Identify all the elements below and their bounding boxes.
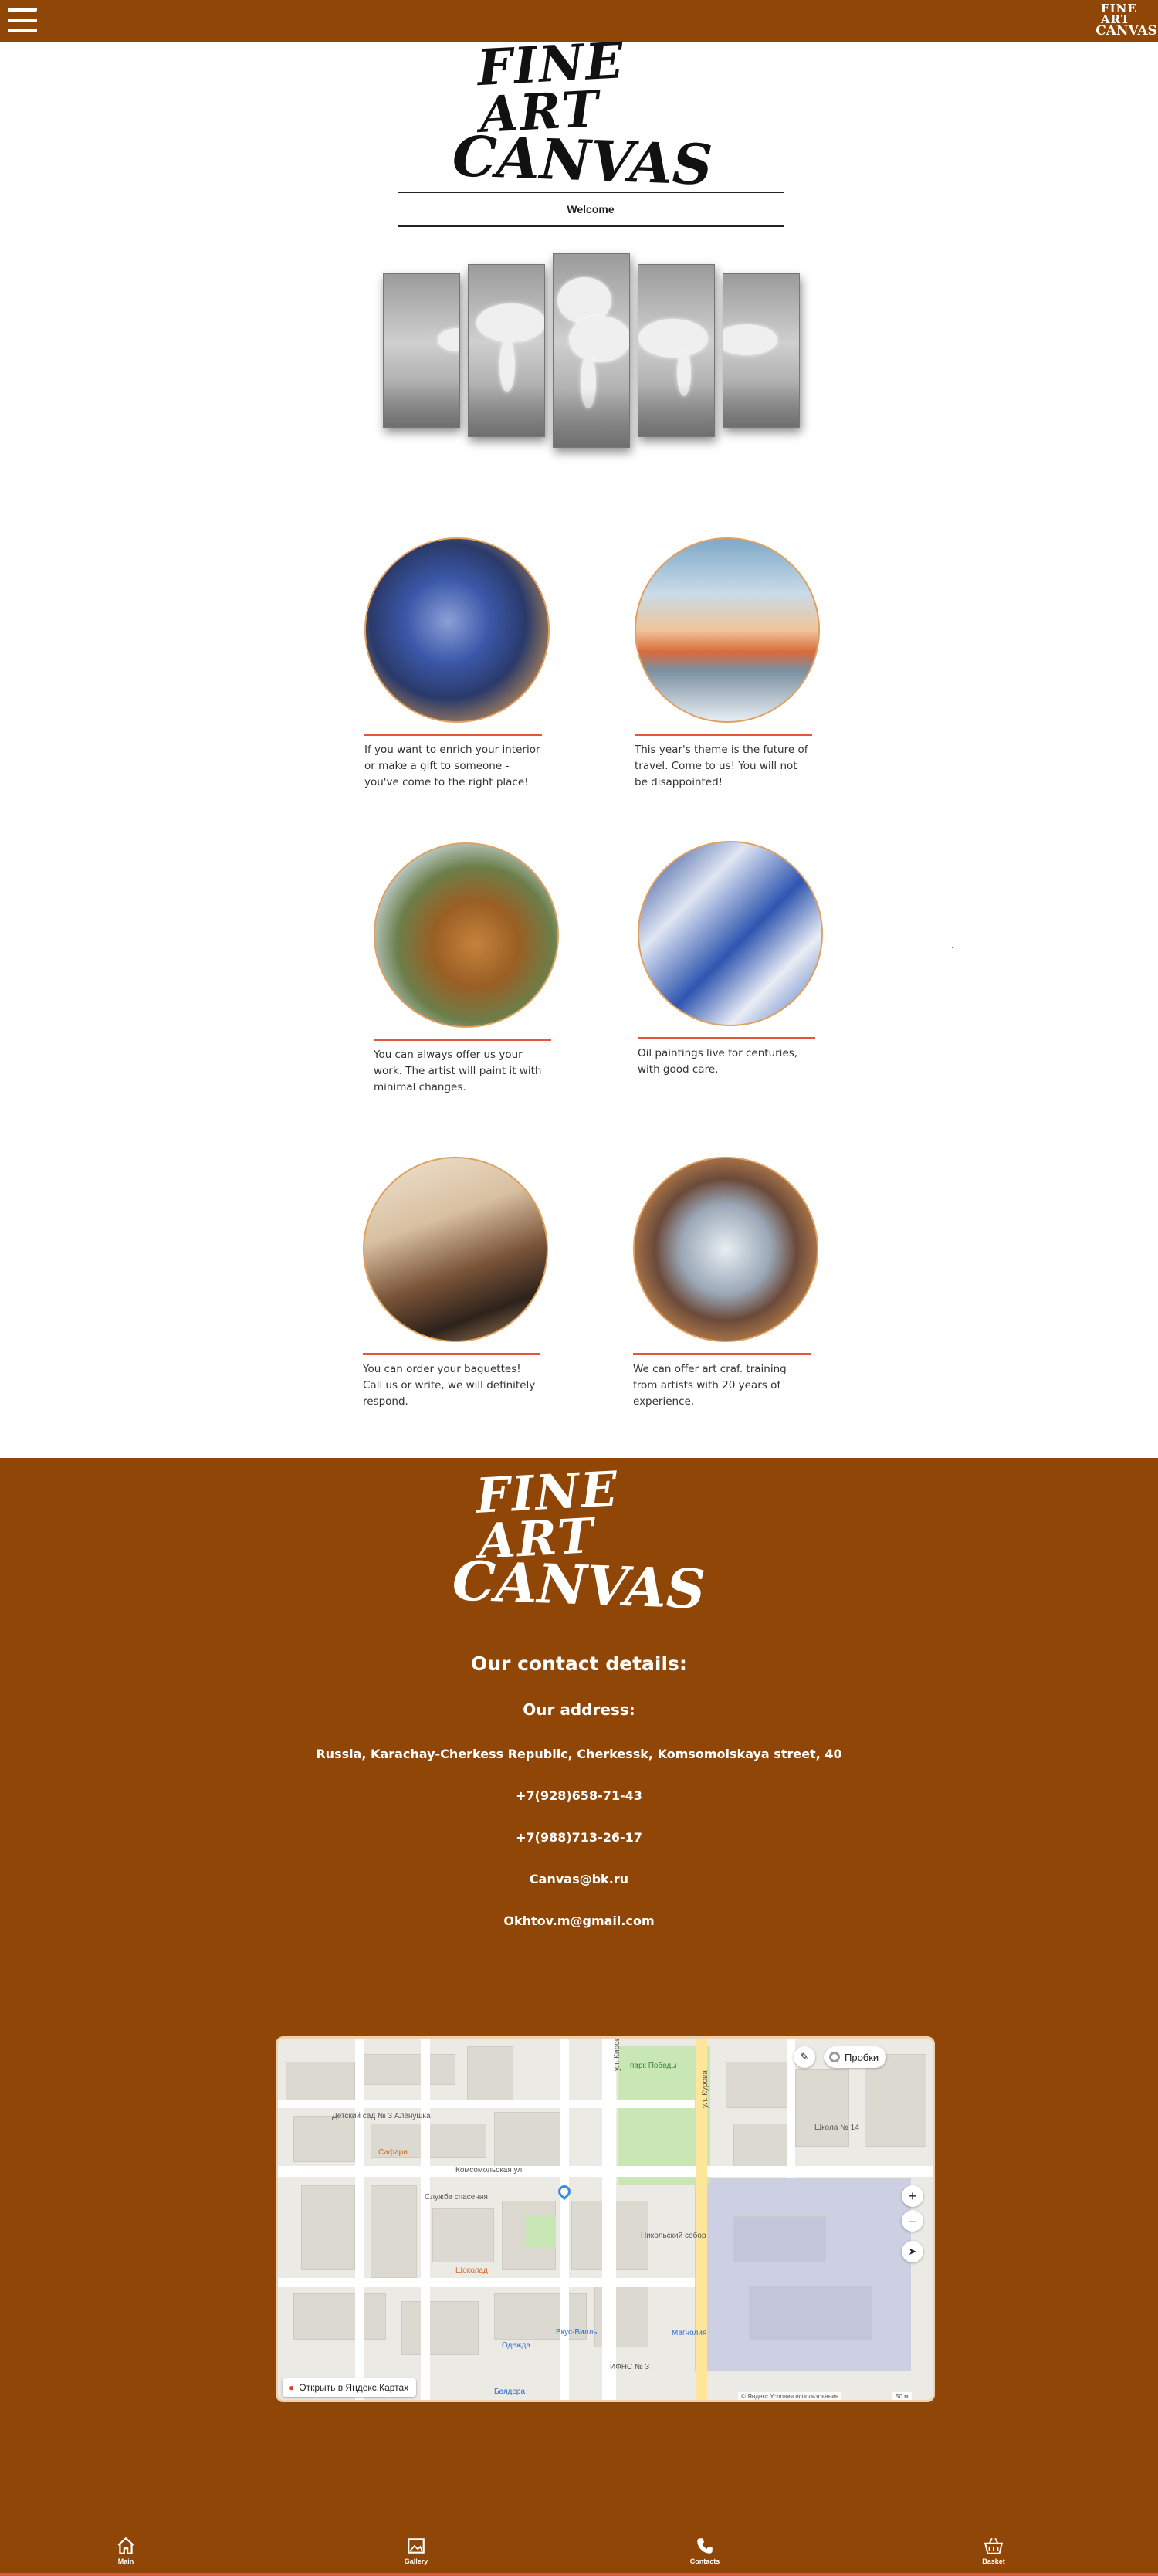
map-label: Вкус-Вилль [556,2328,598,2337]
feature-image-winter [635,537,820,723]
zoom-out-icon[interactable]: – [902,2210,923,2232]
map-copyright[interactable]: © Яндекс Условия использования [738,2392,842,2400]
nav-contacts[interactable]: Contacts [670,2536,740,2571]
map-label: ул. Кирова [613,2036,621,2071]
page: FINE ART CANVAS FINE ART CANVAS Welcome [0,0,1158,2576]
open-in-yandex-label: Открыть в Яндекс.Картах [299,2382,409,2393]
open-in-yandex-button[interactable]: ● Открыть в Яндекс.Картах [283,2378,417,2397]
phone-1[interactable]: +7(928)658-71-43 [0,1788,1158,1803]
feature-text: Oil paintings live for centuries, with g… [638,1047,798,1076]
feature-card: You can order your baguettes! Call us or… [363,1157,564,1410]
email-1[interactable]: Canvas@bk.ru [0,1872,1158,1886]
bottom-nav: Main Gallery Contacts Basket [0,2527,1158,2576]
menu-icon[interactable] [8,5,37,36]
canvas-panel [638,264,715,437]
feature-text: If you want to enrich your interior or m… [364,744,540,788]
feature-divider [635,734,812,736]
email-2[interactable]: Okhtov.m@gmail.com [0,1913,1158,1928]
nav-main[interactable]: Main [91,2536,161,2571]
nav-basket-label: Basket [982,2557,1005,2565]
feature-card: We can offer art craf. training from art… [633,1157,834,1410]
feature-card: If you want to enrich your interior or m… [364,537,565,791]
map-label: Служба спасения [425,2193,488,2201]
map-label: Школа № 14 [814,2124,859,2132]
map-label: Сафари [378,2148,408,2157]
feature-text: We can offer art craf. training from art… [633,1363,787,1408]
map-label: Магнолия [672,2329,707,2337]
welcome-bottom-divider [398,225,784,227]
map-scale: 50 м [892,2392,912,2400]
feature-card: Oil paintings live for centuries, with g… [638,841,838,1078]
zoom-in-icon[interactable]: + [902,2185,923,2207]
map-label: Детский сад № 3 Алёнушка [332,2112,431,2120]
gallery-icon [408,2538,425,2554]
address-text: Russia, Karachay-Cherkess Republic, Cher… [316,1747,842,1761]
basket-icon [984,2537,1004,2554]
feature-text: You can always offer us your work. The a… [374,1049,542,1093]
feature-divider [364,734,542,736]
map-label: Комсомольская ул. [455,2166,524,2174]
address-heading: Our address: [523,1700,635,1719]
hero-canvas-panels [377,247,806,456]
nav-gallery[interactable]: Gallery [381,2536,451,2571]
nav-main-label: Main [117,2557,134,2565]
header-logo[interactable]: FINE ART CANVAS [1095,1,1157,39]
yandex-map[interactable]: парк Победы Комсомольская ул. ул. Кирова… [276,2036,935,2402]
main-logo-line2: CANVAS [452,122,714,198]
nav-basket[interactable]: Basket [959,2536,1028,2571]
contact-heading: Our contact details: [471,1652,687,1675]
feature-card: This year's theme is the future of trave… [635,537,835,791]
feature-text: You can order your baguettes! Call us or… [363,1363,536,1408]
canvas-panel [468,264,545,437]
geolocation-icon[interactable]: ➤ [902,2241,923,2262]
stray-dot [952,947,953,948]
map-label: ИФНС № 3 [610,2363,650,2371]
header-logo-line2: CANVAS [1095,23,1157,39]
canvas-panel [553,253,630,448]
nav-contacts-label: Contacts [689,2557,720,2565]
footer-logo: FINE ART CANVAS [452,1460,706,1621]
header-logo-line1: FINE ART [1101,1,1137,26]
map-label: Одежда [502,2341,530,2350]
canvas-panel [383,273,460,428]
feature-image-flowers [364,537,550,723]
canvas-panel [723,273,800,428]
map-label: Шоколад [455,2266,488,2275]
feature-card: You can always offer us your work. The a… [374,842,574,1096]
nav-bottom-line [0,2573,1158,2576]
map-label: Никольский собор [641,2232,706,2240]
feature-divider [363,1353,540,1355]
welcome-label: Welcome [567,203,615,215]
home-icon [117,2537,134,2554]
feature-image-brushes [363,1157,548,1342]
ruler-icon[interactable]: ✎ [794,2046,815,2068]
traffic-button[interactable]: Пробки [824,2046,887,2068]
traffic-icon [829,2052,840,2062]
feature-divider [638,1037,815,1039]
feature-image-cat [374,842,559,1028]
feature-image-frames [633,1157,818,1342]
nav-gallery-label: Gallery [404,2557,428,2565]
footer: FINE ART CANVAS Our contact details: Our… [0,1458,1158,2576]
map-label: ул. Курова [701,2070,709,2108]
traffic-label: Пробки [845,2051,879,2063]
main-logo-line1: FINE ART [476,32,626,144]
main-logo: FINE ART CANVAS [452,32,714,197]
yandex-pin-icon: ● [289,2382,295,2393]
phone-icon [697,2538,713,2554]
feature-divider [633,1353,811,1355]
feature-text: This year's theme is the future of trave… [635,744,808,788]
map-label: Баядера [494,2388,526,2396]
map-label: парк Победы [630,2062,677,2070]
feature-divider [374,1039,551,1041]
location-pin-icon[interactable] [555,2182,574,2201]
footer-logo-line2: CANVAS [451,1547,707,1622]
feature-image-paint-tubes [638,841,823,1026]
phone-2[interactable]: +7(988)713-26-17 [0,1830,1158,1845]
